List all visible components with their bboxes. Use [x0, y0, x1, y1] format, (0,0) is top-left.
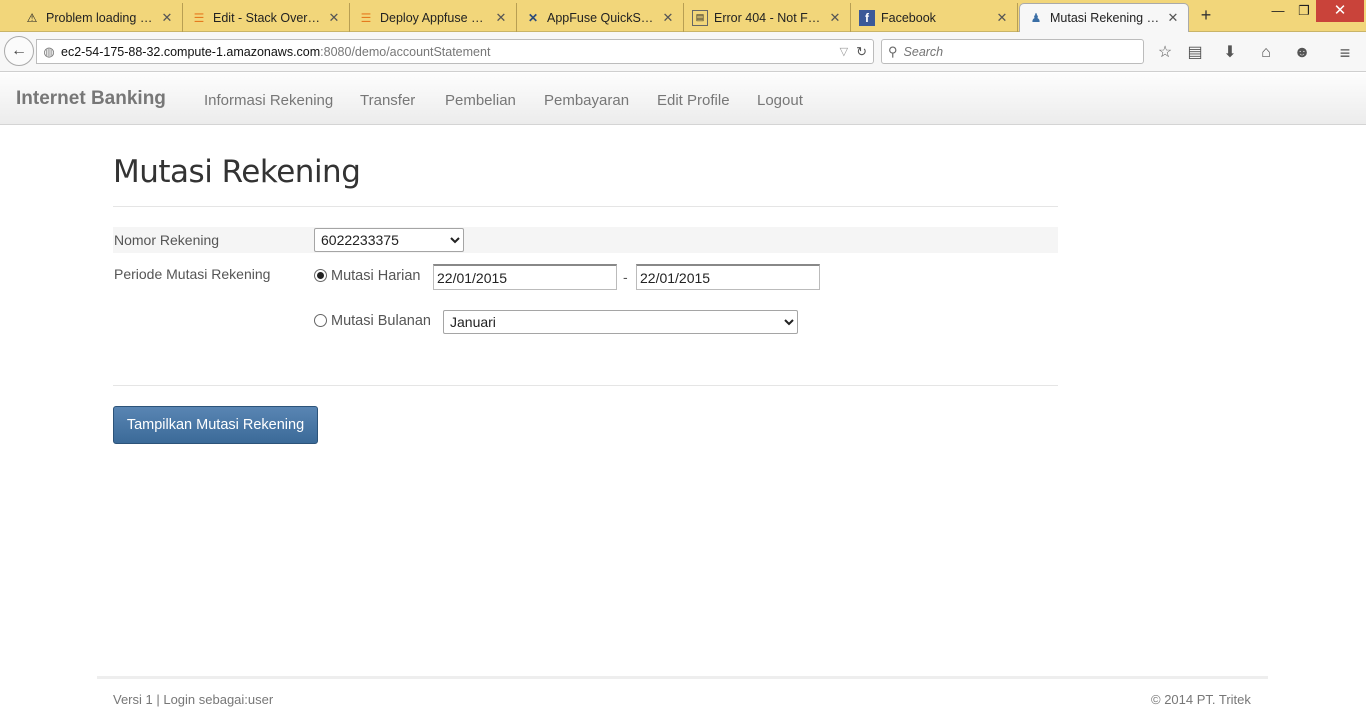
account-row: [113, 227, 1058, 253]
menu-icon[interactable]: ≡: [1334, 42, 1356, 64]
footer-version-login: Versi 1 | Login sebagai:user: [113, 692, 274, 707]
tab-stackoverflow-edit[interactable]: ☰ Edit - Stack Overfl... ✕: [183, 3, 350, 32]
tab-title: Error 404 - Not Fou...: [714, 10, 822, 25]
bookmark-star-icon[interactable]: ☆: [1154, 42, 1176, 64]
account-select[interactable]: 6022233375: [314, 228, 464, 252]
stackoverflow-icon: ☰: [360, 10, 372, 25]
search-icon: ⚲: [888, 43, 898, 59]
nav-informasi-rekening[interactable]: Informasi Rekening: [204, 92, 333, 109]
monthly-radio[interactable]: [314, 314, 327, 327]
account-label: Nomor Rekening: [114, 232, 220, 248]
stackoverflow-icon: ☰: [193, 10, 205, 25]
browser-toolbar: ← ◍ ec2-54-175-88-32.compute-1.amazonaws…: [0, 32, 1366, 72]
restore-icon[interactable]: ❐: [1294, 2, 1314, 22]
nav-logout[interactable]: Logout: [757, 92, 803, 109]
tab-error-404[interactable]: ▤ Error 404 - Not Fou... ✕: [684, 3, 851, 32]
brand[interactable]: Internet Banking: [16, 88, 166, 110]
url-path: :8080/demo/accountStatement: [320, 44, 491, 59]
browser-tab-bar: ⚠ Problem loading p... ✕ ☰ Edit - Stack …: [0, 0, 1366, 32]
close-icon[interactable]: ✕: [160, 10, 174, 26]
facebook-icon: f: [859, 9, 875, 26]
tab-mutasi-rekening[interactable]: ♟ Mutasi Rekening | I... ✕: [1019, 3, 1189, 32]
tab-title: Problem loading p...: [46, 10, 154, 25]
app-icon: ♟: [1030, 11, 1042, 25]
download-icon[interactable]: ⬇: [1219, 42, 1241, 64]
date-separator: -: [623, 269, 628, 285]
page-title: Mutasi Rekening: [113, 154, 361, 190]
search-input[interactable]: [903, 44, 1124, 59]
close-icon[interactable]: ✕: [1166, 10, 1180, 26]
window-close-button[interactable]: ✕: [1316, 0, 1364, 22]
appfuse-icon: ✕: [527, 10, 539, 25]
tab-title: Deploy Appfuse Sp...: [380, 10, 488, 25]
close-icon[interactable]: ✕: [995, 10, 1009, 26]
warning-icon: ⚠: [26, 10, 38, 25]
show-statement-button[interactable]: Tampilkan Mutasi Rekening: [113, 406, 318, 444]
footer-copyright: © 2014 PT. Tritek: [1151, 692, 1251, 707]
url-dropdown-icon[interactable]: ▽: [840, 45, 848, 58]
date-to-input[interactable]: [636, 264, 820, 290]
app-navbar: Internet Banking Informasi Rekening Tran…: [0, 73, 1366, 125]
tab-appfuse-quickstart[interactable]: ✕ AppFuse QuickStar... ✕: [517, 3, 684, 32]
monthly-radio-label[interactable]: Mutasi Bulanan: [331, 313, 431, 329]
footer-divider: [97, 676, 1268, 679]
divider: [113, 206, 1058, 207]
close-icon[interactable]: ✕: [494, 10, 508, 26]
hello-icon[interactable]: ☻: [1291, 42, 1313, 64]
url-host: ec2-54-175-88-32.compute-1.amazonaws.com: [61, 44, 321, 59]
minimize-icon[interactable]: —: [1268, 2, 1288, 22]
globe-icon: ◍: [43, 43, 55, 59]
divider: [113, 385, 1058, 386]
tab-facebook[interactable]: f Facebook ✕: [851, 3, 1018, 32]
page-icon: ▤: [692, 9, 708, 26]
nav-transfer[interactable]: Transfer: [360, 92, 415, 109]
back-button[interactable]: ←: [4, 36, 34, 66]
reading-list-icon[interactable]: ▤: [1184, 42, 1206, 64]
tab-problem-loading[interactable]: ⚠ Problem loading p... ✕: [16, 3, 183, 32]
search-bar[interactable]: ⚲: [881, 39, 1144, 64]
daily-radio-label[interactable]: Mutasi Harian: [331, 268, 420, 284]
url-bar[interactable]: ◍ ec2-54-175-88-32.compute-1.amazonaws.c…: [36, 39, 874, 64]
close-icon[interactable]: ✕: [661, 10, 675, 26]
home-icon[interactable]: ⌂: [1255, 42, 1277, 64]
tab-title: Edit - Stack Overfl...: [213, 10, 321, 25]
nav-pembelian[interactable]: Pembelian: [445, 92, 516, 109]
close-icon[interactable]: ✕: [327, 10, 341, 26]
nav-edit-profile[interactable]: Edit Profile: [657, 92, 730, 109]
tab-title: Facebook: [881, 10, 936, 25]
nav-pembayaran[interactable]: Pembayaran: [544, 92, 629, 109]
tab-deploy-appfuse[interactable]: ☰ Deploy Appfuse Sp... ✕: [350, 3, 517, 32]
tab-title: AppFuse QuickStar...: [547, 10, 655, 25]
tab-title: Mutasi Rekening | I...: [1050, 11, 1160, 25]
reload-icon[interactable]: ↻: [856, 44, 867, 60]
date-from-input[interactable]: [433, 264, 617, 290]
period-label: Periode Mutasi Rekening: [114, 266, 271, 282]
new-tab-button[interactable]: +: [1196, 5, 1216, 25]
close-icon[interactable]: ✕: [828, 10, 842, 26]
month-select[interactable]: Januari: [443, 310, 798, 334]
daily-radio[interactable]: [314, 269, 327, 282]
